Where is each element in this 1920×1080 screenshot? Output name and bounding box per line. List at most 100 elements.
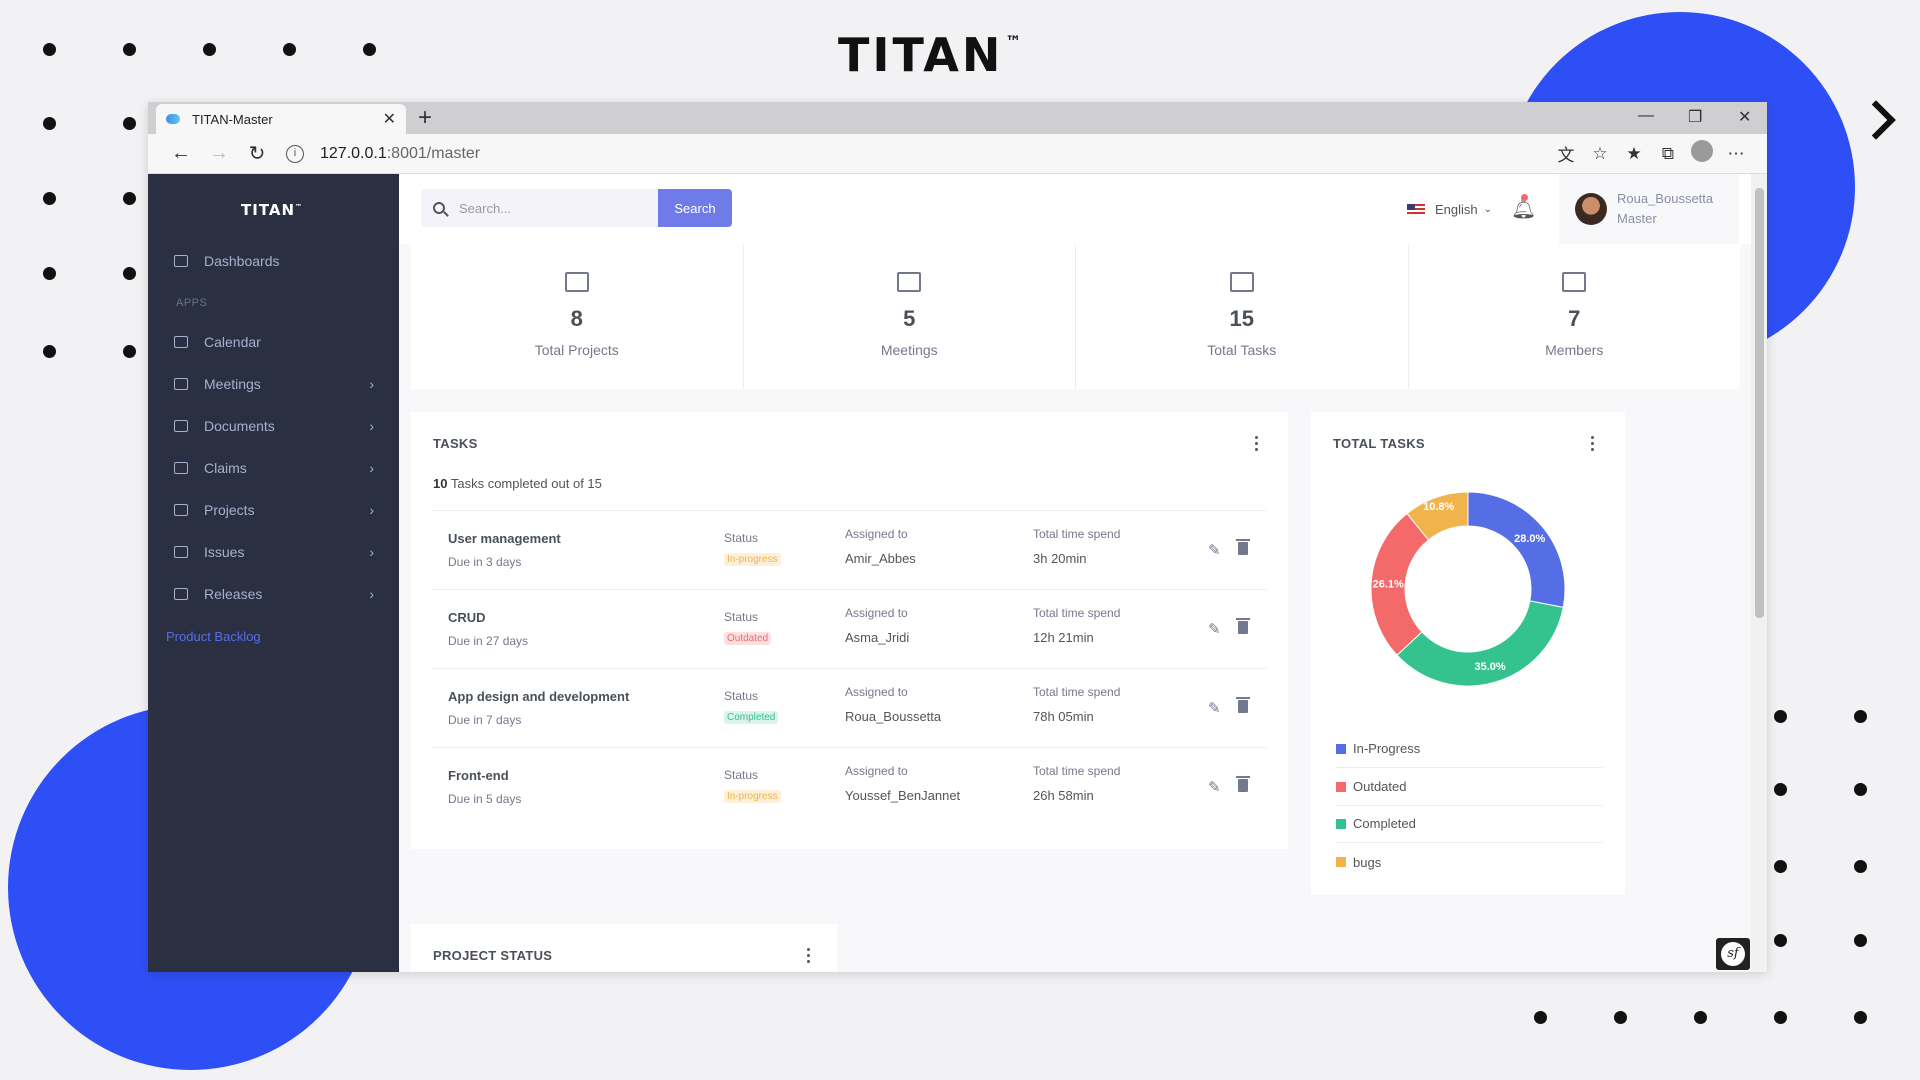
donut-slice-completed[interactable]: [1396, 600, 1564, 686]
symfony-toolbar-icon[interactable]: sf: [1716, 938, 1750, 970]
sidebar-logo[interactable]: TITAN™: [241, 201, 303, 219]
stat-label: Total Tasks: [1207, 342, 1277, 358]
kebab-menu-icon[interactable]: [1255, 436, 1259, 454]
dot-decoration: [1854, 934, 1867, 947]
collections-icon[interactable]: ⧉: [1651, 144, 1685, 164]
search-button[interactable]: Search: [658, 189, 732, 227]
dot-decoration: [1854, 1011, 1867, 1024]
stat-total-projects: 8 Total Projects: [411, 244, 744, 389]
browser-tab[interactable]: TITAN-Master ✕: [156, 104, 406, 134]
sidebar-item-meetings[interactable]: Meetings ›: [174, 376, 374, 392]
trash-icon[interactable]: [1236, 697, 1250, 713]
donut-label: 28.0%: [1514, 533, 1545, 545]
task-name[interactable]: User management: [448, 531, 561, 546]
table-row: App design and development Due in 7 days…: [433, 668, 1267, 747]
stat-total-tasks: 15 Total Tasks: [1076, 244, 1409, 389]
sidebar-item-documents[interactable]: Documents ›: [174, 418, 374, 434]
legend-swatch: [1336, 781, 1346, 792]
stat-label: Total Projects: [534, 342, 619, 358]
trash-icon[interactable]: [1236, 776, 1250, 792]
stat-label: Meetings: [880, 342, 938, 358]
sidebar-item-label: Releases: [204, 586, 263, 602]
dot-decoration: [1774, 1011, 1787, 1024]
user-name: Roua_Boussetta: [1617, 191, 1714, 206]
kebab-menu-icon[interactable]: [807, 948, 811, 966]
time-value: 26h 58min: [1033, 788, 1094, 803]
briefcase-icon: [174, 504, 188, 516]
dot-decoration: [1774, 934, 1787, 947]
tasks-summary: 10 Tasks completed out of 15: [433, 476, 602, 491]
language-selector[interactable]: English ⌄: [1407, 202, 1492, 217]
dot-decoration: [1854, 860, 1867, 873]
time-label: Total time spend: [1033, 606, 1121, 620]
language-label: English: [1435, 202, 1478, 217]
sidebar-item-releases[interactable]: Releases ›: [174, 586, 374, 602]
forward-icon[interactable]: →: [200, 142, 238, 165]
dot-decoration: [123, 117, 136, 130]
user-menu[interactable]: Roua_Boussetta Master: [1559, 174, 1739, 244]
stats-row: 8 Total Projects 5 Meetings 15 Total Tas…: [411, 244, 1740, 389]
edit-icon[interactable]: ✎: [1208, 699, 1221, 717]
sidebar-item-projects[interactable]: Projects ›: [174, 502, 374, 518]
restore-icon[interactable]: ❐: [1688, 107, 1702, 127]
dot-decoration: [1774, 783, 1787, 796]
sidebar-item-calendar[interactable]: Calendar: [174, 334, 374, 350]
dot-decoration: [123, 345, 136, 358]
status-badge: Completed: [724, 711, 779, 724]
edit-icon[interactable]: ✎: [1208, 620, 1221, 638]
task-name[interactable]: Front-end: [448, 768, 509, 783]
back-icon[interactable]: ←: [162, 142, 200, 165]
scrollbar[interactable]: [1751, 174, 1767, 972]
chevron-right-icon: ›: [369, 544, 374, 560]
legend-swatch: [1336, 857, 1346, 867]
dot-decoration: [363, 43, 376, 56]
legend-swatch: [1336, 743, 1346, 754]
address-bar: ← → ↻ i 127.0.0.1:8001/master 文 ☆ ★ ⧉ ⋯: [148, 134, 1767, 174]
product-backlog-link[interactable]: Product Backlog: [166, 629, 261, 644]
refresh-icon[interactable]: ↻: [238, 141, 276, 166]
new-tab-icon[interactable]: +: [418, 104, 432, 132]
briefcase-icon: [174, 546, 188, 558]
task-name[interactable]: App design and development: [448, 689, 629, 704]
time-label: Total time spend: [1033, 764, 1121, 778]
favorites-icon[interactable]: ★: [1617, 144, 1651, 164]
task-name[interactable]: CRUD: [448, 610, 486, 625]
trash-icon[interactable]: [1236, 618, 1250, 634]
profile-icon[interactable]: [1685, 140, 1719, 167]
legend-item: bugs: [1336, 843, 1603, 881]
search-input[interactable]: Search...: [421, 189, 658, 227]
edit-icon[interactable]: ✎: [1208, 541, 1221, 559]
info-icon[interactable]: i: [286, 144, 304, 163]
calendar-icon: [897, 272, 922, 292]
sidebar-item-dashboards[interactable]: Dashboards: [174, 253, 374, 269]
chevron-right-icon: ›: [369, 418, 374, 434]
card-title: PROJECT STATUS: [433, 948, 553, 963]
dot-decoration: [43, 117, 56, 130]
chevron-right-icon: ›: [369, 460, 374, 476]
sidebar-item-issues[interactable]: Issues ›: [174, 544, 374, 560]
minimize-icon[interactable]: —: [1638, 107, 1654, 125]
dot-decoration: [43, 267, 56, 280]
sidebar-section-title: APPS: [176, 297, 208, 309]
status-label: Status: [724, 531, 759, 545]
chevron-right-icon: ›: [369, 586, 374, 602]
star-icon[interactable]: ☆: [1583, 144, 1617, 164]
sidebar-item-claims[interactable]: Claims ›: [174, 460, 374, 476]
assigned-label: Assigned to: [845, 527, 908, 541]
trash-icon[interactable]: [1236, 539, 1250, 555]
tab-bar: TITAN-Master ✕ + — ❐ ✕: [148, 102, 1767, 134]
dot-decoration: [1694, 1011, 1707, 1024]
close-window-icon[interactable]: ✕: [1738, 107, 1751, 127]
kebab-menu-icon[interactable]: [1591, 436, 1595, 454]
scroll-thumb[interactable]: [1755, 188, 1764, 618]
chevron-right-icon: ›: [369, 376, 374, 392]
more-icon[interactable]: ⋯: [1719, 144, 1753, 164]
close-tab-icon[interactable]: ✕: [383, 109, 396, 129]
edit-icon[interactable]: ✎: [1208, 778, 1221, 796]
donut-slice-in-progress[interactable]: [1467, 492, 1565, 608]
chevron-right-icon: [1856, 100, 1896, 140]
assigned-value: Youssef_BenJannet: [845, 788, 961, 803]
translate-icon[interactable]: 文: [1549, 141, 1583, 166]
sidebar-item-label: Projects: [204, 502, 255, 518]
url-field[interactable]: i 127.0.0.1:8001/master: [286, 139, 1549, 169]
